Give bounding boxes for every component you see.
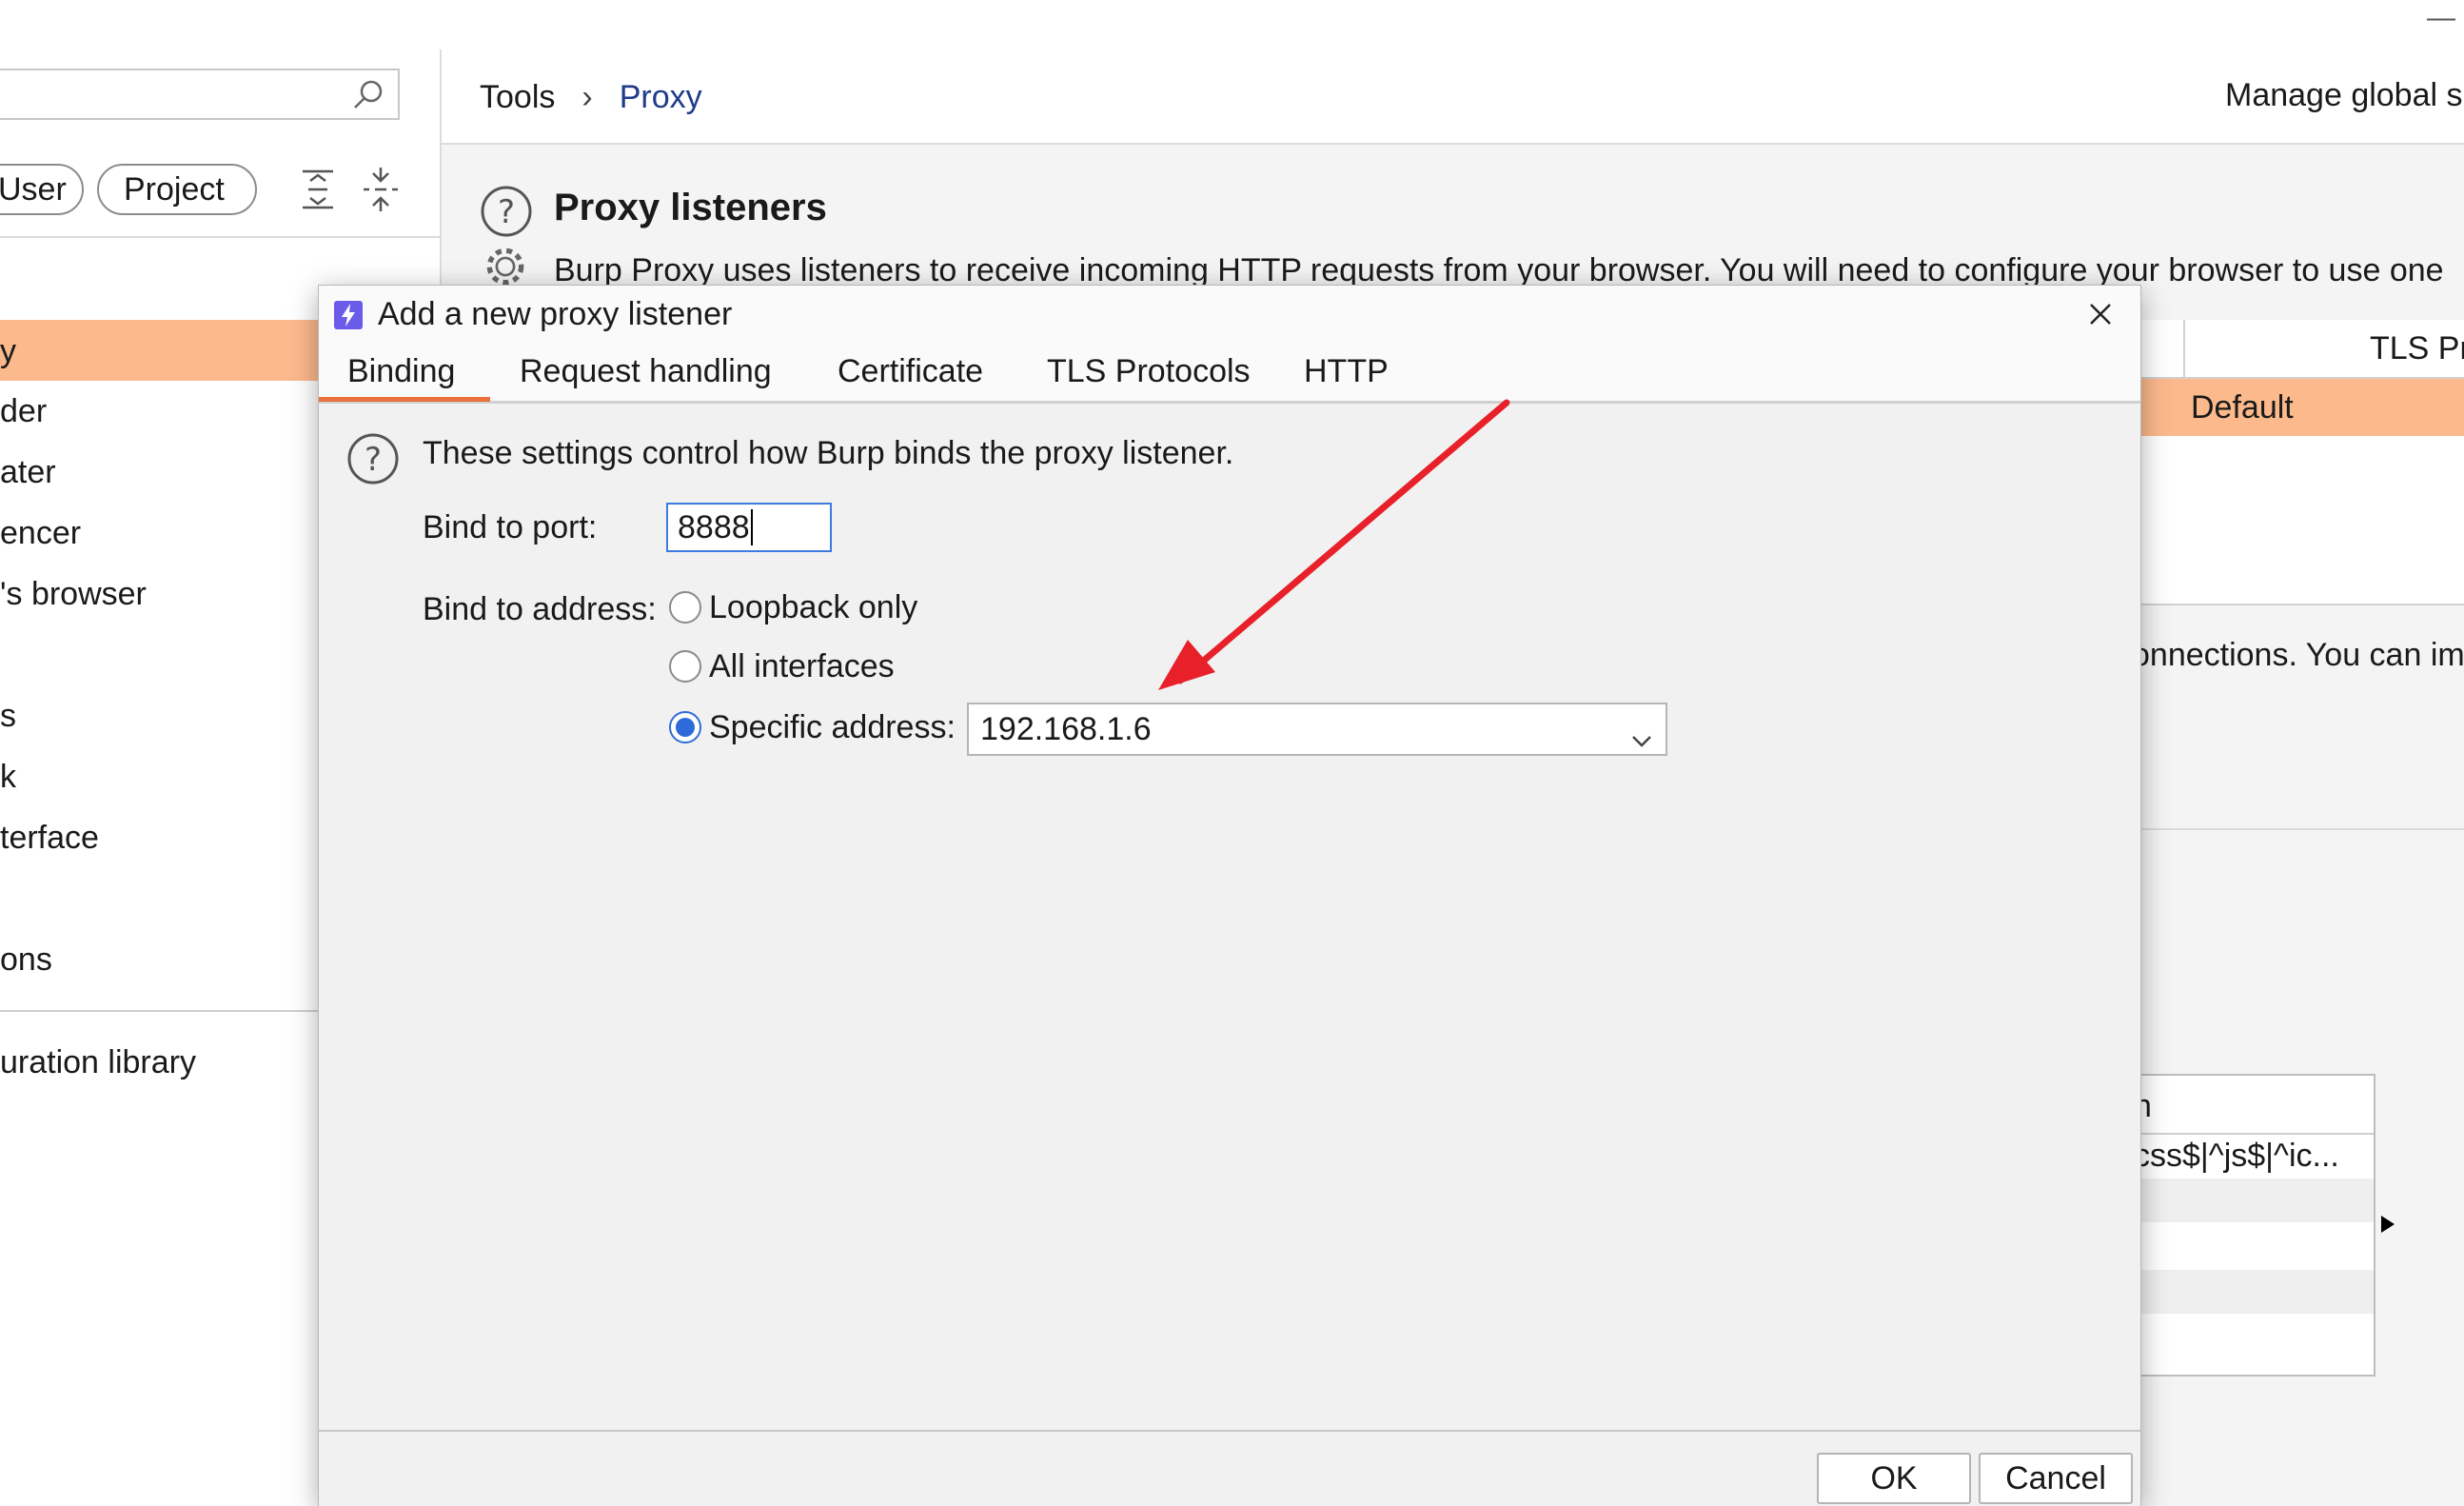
nav-item-proxy[interactable]: y <box>0 332 16 370</box>
search-icon[interactable] <box>352 78 384 115</box>
all-interfaces-radio[interactable]: All interfaces <box>669 647 895 685</box>
annotation-arrow-icon <box>1158 399 1510 690</box>
specific-address-radio[interactable]: Specific address: <box>669 708 956 746</box>
bind-port-input[interactable]: 8888 <box>666 503 832 552</box>
cancel-button-label: Cancel <box>2005 1459 2106 1496</box>
left-panel-footer-divider <box>0 1010 324 1012</box>
minimize-icon[interactable]: — <box>2427 2 2455 34</box>
text-caret <box>750 509 753 545</box>
scope-user-label: User <box>0 171 67 208</box>
nav-item-suite-options[interactable]: ons <box>0 941 52 979</box>
specific-address-value: 192.168.1.6 <box>980 710 1152 747</box>
listeners-col-tls: TLS Pr <box>2370 330 2464 367</box>
tab-binding-label: Binding <box>347 352 456 389</box>
dialog-footer-divider <box>319 1430 2140 1432</box>
expand-arrow-icon[interactable] <box>2379 1214 2396 1239</box>
burp-app-icon <box>334 301 363 334</box>
listeners-table-col-divider <box>2183 320 2185 377</box>
specific-address-label: Specific address: <box>709 709 956 745</box>
breadcrumb-tools[interactable]: Tools <box>480 78 555 116</box>
listeners-row-tls-value: Default <box>2191 389 2294 426</box>
left-panel-divider <box>0 236 440 238</box>
listeners-table: TLS Pr Default <box>2141 320 2464 604</box>
nav-item-burps-browser[interactable]: 's browser <box>0 575 147 613</box>
help-icon[interactable]: ? <box>480 185 533 243</box>
nav-item-configuration-library[interactable]: uration library <box>0 1043 196 1081</box>
tab-request-handling[interactable]: Request handling <box>520 343 772 400</box>
svg-text:?: ? <box>498 193 515 231</box>
cancel-button[interactable]: Cancel <box>1979 1453 2133 1504</box>
radio-circle[interactable] <box>669 650 701 683</box>
binding-help-icon[interactable]: ? <box>346 432 400 490</box>
bind-port-value: 8888 <box>678 508 750 545</box>
settings-search-input[interactable] <box>0 69 400 120</box>
specific-address-select[interactable]: 192.168.1.6 <box>967 703 1667 756</box>
svg-text:?: ? <box>365 441 382 479</box>
nav-item-user-interface[interactable]: terface <box>0 819 99 857</box>
nav-item-sequencer[interactable]: encer <box>0 514 81 552</box>
nav-item-extensions[interactable]: s <box>0 697 16 735</box>
nav-item-selected-highlight <box>0 320 324 381</box>
radio-circle[interactable] <box>669 591 701 624</box>
section-divider <box>2141 828 2464 830</box>
expand-all-icon[interactable] <box>297 168 339 216</box>
tab-http-label: HTTP <box>1304 352 1389 389</box>
loopback-only-radio[interactable]: Loopback only <box>669 588 917 626</box>
chevron-down-icon[interactable] <box>1631 720 1652 757</box>
nav-item-repeater[interactable]: ater <box>0 453 56 491</box>
tab-tls-protocols-label: TLS Protocols <box>1047 352 1251 389</box>
bind-port-label: Bind to port: <box>423 509 598 545</box>
loopback-only-label: Loopback only <box>709 589 918 625</box>
scope-project-label: Project <box>124 171 225 208</box>
active-tab-indicator <box>319 397 490 402</box>
binding-intro-text: These settings control how Burp binds th… <box>423 435 1234 471</box>
nav-item-network[interactable]: k <box>0 758 16 796</box>
tab-certificate-label: Certificate <box>838 352 984 389</box>
tab-certificate[interactable]: Certificate <box>838 343 983 400</box>
manage-global-settings-link[interactable]: Manage global s <box>2225 76 2463 114</box>
intercept-row-value: css$|^js$|^ic... <box>2134 1138 2339 1174</box>
all-interfaces-label: All interfaces <box>709 648 895 684</box>
breadcrumb: Tools › Proxy <box>480 78 702 116</box>
radio-circle-selected[interactable] <box>669 711 701 743</box>
scope-project-button[interactable]: Project <box>97 164 257 215</box>
tab-binding[interactable]: Binding <box>347 343 455 400</box>
breadcrumb-proxy[interactable]: Proxy <box>620 78 702 116</box>
ok-button-label: OK <box>1870 1459 1918 1496</box>
table-bottom-divider <box>2141 604 2464 605</box>
dialog-title: Add a new proxy listener <box>378 296 733 332</box>
listeners-table-row-selected[interactable]: Default <box>2141 379 2464 436</box>
bind-address-label: Bind to address: <box>423 591 657 627</box>
section-description-2: onnections. You can im <box>2132 637 2464 673</box>
section-description: Burp Proxy uses listeners to receive inc… <box>554 252 2444 288</box>
tab-request-handling-label: Request handling <box>520 352 772 389</box>
nav-item-intruder[interactable]: der <box>0 392 47 430</box>
scope-user-button[interactable]: User <box>0 164 84 215</box>
close-icon[interactable] <box>2087 301 2114 332</box>
section-title: Proxy listeners <box>554 187 827 228</box>
breadcrumb-separator: › <box>582 79 593 115</box>
collapse-all-icon[interactable] <box>360 168 402 216</box>
ok-button[interactable]: OK <box>1817 1453 1971 1504</box>
